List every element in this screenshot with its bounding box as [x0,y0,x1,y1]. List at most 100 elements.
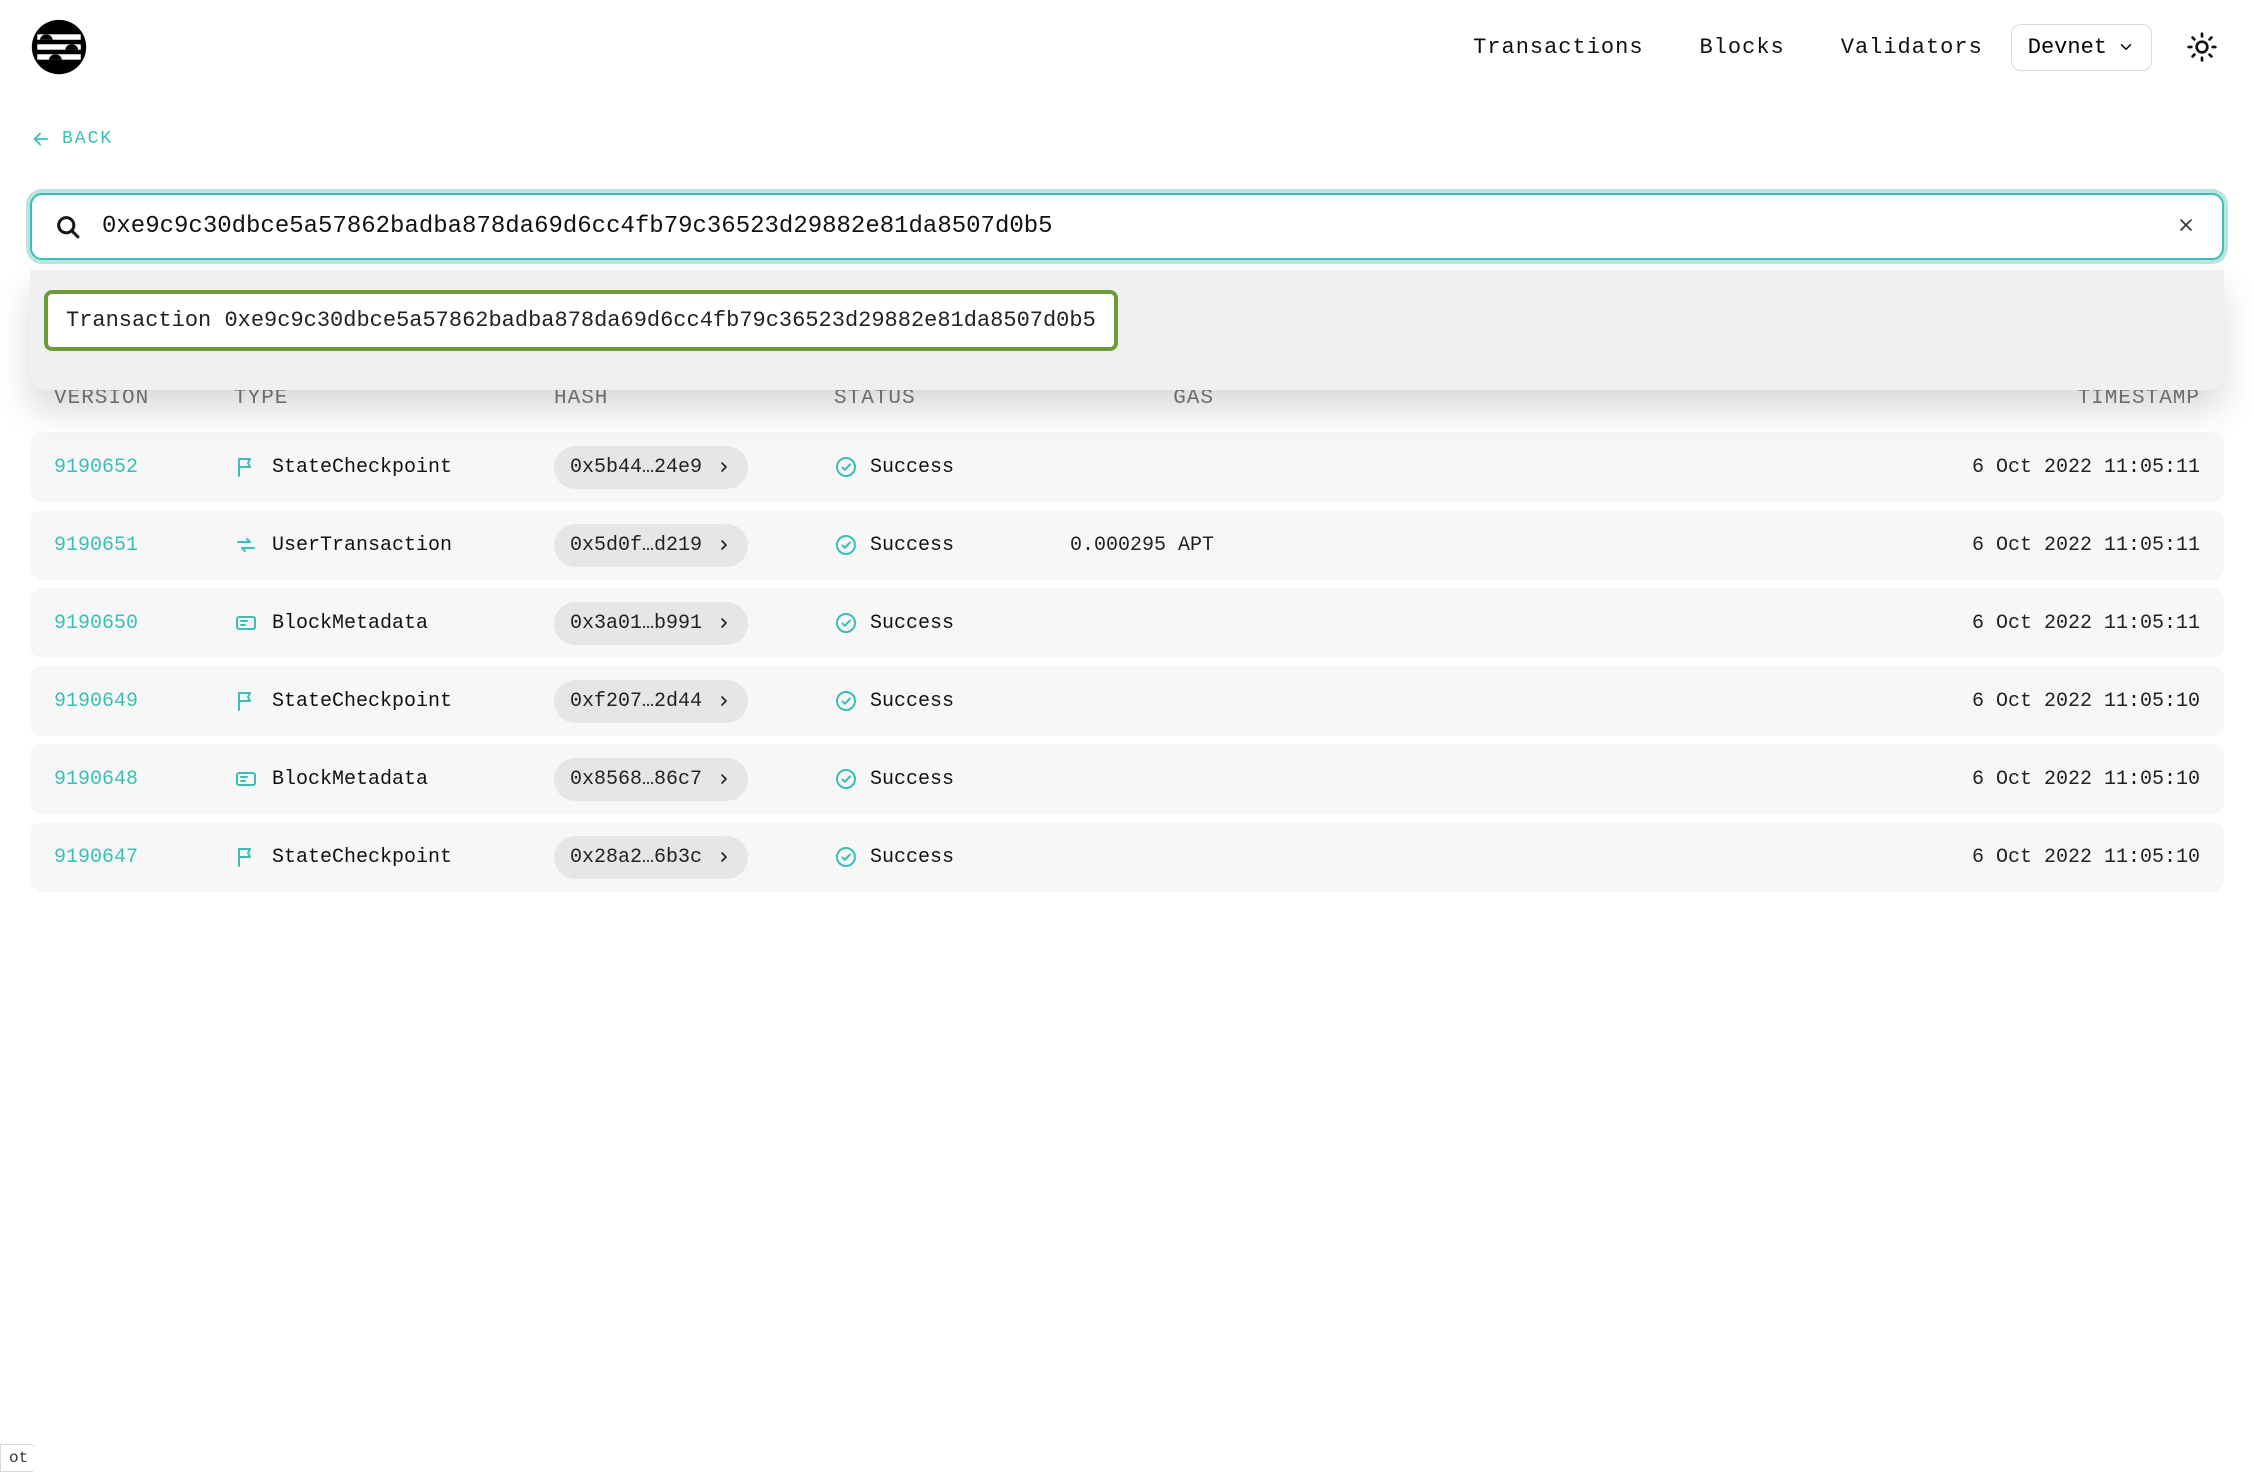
flag-icon [234,845,258,869]
table-row[interactable]: 9190649 StateCheckpoint 0xf207…2d44 Success… [30,666,2224,736]
flag-icon [234,689,258,713]
theme-toggle[interactable] [2180,25,2224,69]
app-logo[interactable] [30,18,88,76]
version-link[interactable]: 9190649 [54,690,234,713]
hash-pill[interactable]: 0x8568…86c7 [554,758,748,801]
hash-pill[interactable]: 0x5d0f…d219 [554,524,748,567]
hash-pill[interactable]: 0x28a2…6b3c [554,836,748,879]
hash-text: 0xf207…2d44 [570,690,702,713]
hash-text: 0x5b44…24e9 [570,456,702,479]
card-icon [234,767,258,791]
col-version: VERSION [54,387,234,410]
hash-text: 0x28a2…6b3c [570,846,702,869]
type-cell: StateCheckpoint [234,455,554,479]
type-label: BlockMetadata [272,768,428,791]
status-label: Success [870,690,954,713]
status-cell: Success [834,689,1044,713]
check-circle-icon [834,611,858,635]
check-circle-icon [834,533,858,557]
clear-search-button[interactable] [2172,211,2200,242]
table-row[interactable]: 9190647 StateCheckpoint 0x28a2…6b3c Success… [30,822,2224,892]
table-row[interactable]: 9190650 BlockMetadata 0x3a01…b991 Success 6 … [30,588,2224,658]
search-icon [54,213,82,241]
type-label: BlockMetadata [272,612,428,635]
gas-cell: 0.000295 APT [1044,534,1214,557]
col-hash: HASH [554,387,834,410]
type-label: StateCheckpoint [272,846,452,869]
chevron-right-icon [716,771,732,787]
nav-validators[interactable]: Validators [1841,35,1983,60]
arrow-left-icon [30,128,52,150]
table-row[interactable]: 9190648 BlockMetadata 0x8568…86c7 Success 6 … [30,744,2224,814]
search-result-prefix: Transaction [66,308,211,333]
top-bar: Transactions Blocks Validators Devnet [30,18,2224,76]
flag-icon [234,455,258,479]
back-label: BACK [62,129,113,149]
status-label: Success [870,768,954,791]
search-result-hash: 0xe9c9c30dbce5a57862badba878da69d6cc4fb7… [224,308,1095,333]
transactions-table: VERSION TYPE HASH STATUS GAS TIMESTAMP 9… [30,387,2224,892]
chevron-down-icon [2117,38,2135,56]
col-timestamp: TIMESTAMP [1214,387,2200,410]
version-link[interactable]: 9190648 [54,768,234,791]
type-cell: BlockMetadata [234,767,554,791]
status-cell: Success [834,845,1044,869]
type-cell: StateCheckpoint [234,689,554,713]
type-label: StateCheckpoint [272,690,452,713]
network-select[interactable]: Devnet [2011,24,2152,71]
swap-icon [234,533,258,557]
version-link[interactable]: 9190650 [54,612,234,635]
chevron-right-icon [716,849,732,865]
hash-text: 0x5d0f…d219 [570,534,702,557]
chevron-right-icon [716,459,732,475]
search-result-transaction[interactable]: Transaction 0xe9c9c30dbce5a57862badba878… [44,290,1118,351]
timestamp-cell: 6 Oct 2022 11:05:10 [1214,768,2200,791]
status-label: Success [870,612,954,635]
search-input[interactable] [100,212,2154,241]
hash-pill[interactable]: 0x5b44…24e9 [554,446,748,489]
timestamp-cell: 6 Oct 2022 11:05:10 [1214,690,2200,713]
table-row[interactable]: 9190652 StateCheckpoint 0x5b44…24e9 Success… [30,432,2224,502]
check-circle-icon [834,845,858,869]
hash-pill[interactable]: 0x3a01…b991 [554,602,748,645]
check-circle-icon [834,455,858,479]
version-link[interactable]: 9190647 [54,846,234,869]
table-header-row: VERSION TYPE HASH STATUS GAS TIMESTAMP [30,387,2224,432]
check-circle-icon [834,767,858,791]
status-label: Success [870,456,954,479]
col-status: STATUS [834,387,1044,410]
close-icon [2176,215,2196,235]
nav-blocks[interactable]: Blocks [1700,35,1785,60]
type-cell: BlockMetadata [234,611,554,635]
type-label: UserTransaction [272,534,452,557]
status-cell: Success [834,611,1044,635]
type-cell: UserTransaction [234,533,554,557]
search-results-dropdown: Transaction 0xe9c9c30dbce5a57862badba878… [30,270,2224,390]
status-cell: Success [834,533,1044,557]
status-cell: Success [834,767,1044,791]
check-circle-icon [834,689,858,713]
col-type: TYPE [234,387,554,410]
version-link[interactable]: 9190651 [54,534,234,557]
table-row[interactable]: 9190651 UserTransaction 0x5d0f…d219 Success… [30,510,2224,580]
version-link[interactable]: 9190652 [54,456,234,479]
search-field[interactable] [30,193,2224,260]
timestamp-cell: 6 Oct 2022 11:05:10 [1214,846,2200,869]
hash-pill[interactable]: 0xf207…2d44 [554,680,748,723]
back-button[interactable]: BACK [30,128,113,150]
status-cell: Success [834,455,1044,479]
sun-icon [2186,31,2218,63]
chevron-right-icon [716,693,732,709]
main-nav: Transactions Blocks Validators [1473,35,1983,60]
timestamp-cell: 6 Oct 2022 11:05:11 [1214,534,2200,557]
chevron-right-icon [716,615,732,631]
timestamp-cell: 6 Oct 2022 11:05:11 [1214,456,2200,479]
bottom-chip: ot [0,1444,36,1472]
type-cell: StateCheckpoint [234,845,554,869]
card-icon [234,611,258,635]
timestamp-cell: 6 Oct 2022 11:05:11 [1214,612,2200,635]
chevron-right-icon [716,537,732,553]
type-label: StateCheckpoint [272,456,452,479]
nav-transactions[interactable]: Transactions [1473,35,1643,60]
col-gas: GAS [1044,387,1214,410]
